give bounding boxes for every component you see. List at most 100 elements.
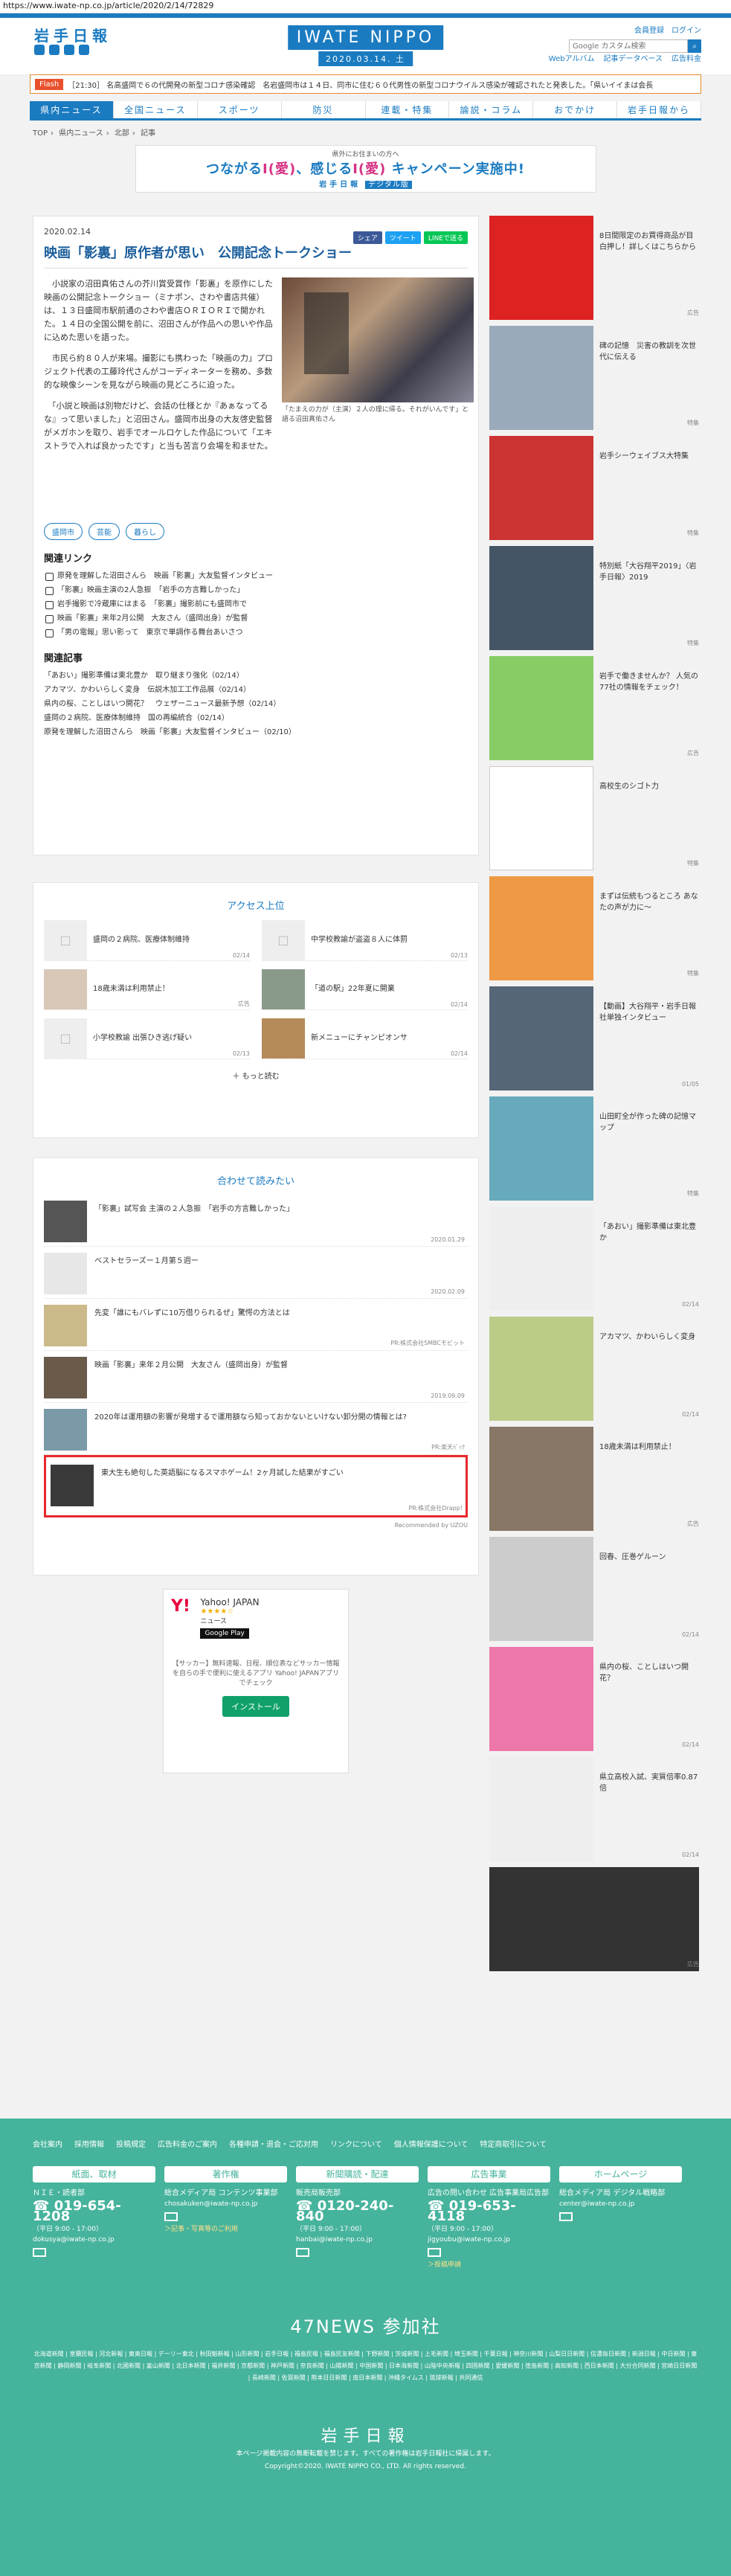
sublink-album[interactable]: Webアルバム bbox=[549, 52, 595, 63]
nav-outing[interactable]: おでかけ bbox=[533, 101, 618, 118]
nav-editorial[interactable]: 論説・コラム bbox=[449, 101, 534, 118]
mail-icon[interactable] bbox=[33, 2248, 46, 2257]
flash-text[interactable]: ［21:30］ 名高盛岡で６の代開発の新型コロナ感染確認 名岩盛岡市は１４日、同… bbox=[68, 79, 701, 90]
nav-prefecture-news[interactable]: 県内ニュース bbox=[30, 101, 114, 118]
sidebar-item[interactable]: アカマツ、かわいらしく変身 02/14 bbox=[489, 1317, 699, 1421]
sidebar-item[interactable]: 岩手シーウェイブス大特集 特集 bbox=[489, 436, 699, 540]
nav-series[interactable]: 連載・特集 bbox=[366, 101, 450, 118]
footer-link[interactable]: 採用情報 bbox=[74, 2141, 104, 2149]
sidebar-item[interactable]: 県立高校入試、実質倍率0.87倍 02/14 bbox=[489, 1757, 699, 1861]
footer-link[interactable]: 特定商取引について bbox=[480, 2141, 547, 2149]
sidebar-item[interactable]: 哲也 全巻無料！広告 bbox=[489, 1867, 699, 1971]
sidebar-item[interactable]: 高校生のシゴト力 特集 bbox=[489, 766, 699, 870]
sidebar-item[interactable]: 県内の桜、ことしはいつ開花？ 02/14 bbox=[489, 1647, 699, 1751]
access-item[interactable]: □ 小学校教諭 出張ひき逃げ疑い 02/13 bbox=[44, 1018, 250, 1059]
footer-col-link[interactable]: ＞記事・写真等のご利用 bbox=[164, 2224, 287, 2235]
twitter-share-button[interactable]: ツイート bbox=[384, 231, 421, 244]
member-register-link[interactable]: 会員登録 bbox=[634, 24, 664, 35]
recommend-item[interactable]: 映画「影裏」来年２月公開 大友さん（盛岡出身）が監督 2019.09.09 bbox=[44, 1351, 468, 1403]
access-item[interactable]: 「道の駅」22年夏に開業 02/14 bbox=[262, 969, 468, 1010]
recommend-item[interactable]: 2020年は運用額の影響が発増するで運用額なら知っておかないといけない卸分開の情… bbox=[44, 1403, 468, 1455]
sublink-adrates[interactable]: 広告料金 bbox=[672, 52, 701, 63]
tag-life[interactable]: 暮らし bbox=[126, 523, 164, 540]
login-link[interactable]: ログイン bbox=[672, 24, 701, 35]
mail-icon[interactable] bbox=[559, 2212, 573, 2221]
brand-block[interactable]: IWATE NIPPO 2020.03.14. 土 bbox=[287, 25, 444, 66]
related-link[interactable]: 岩手撮影で冷蔵庫にはまる 「影裏」撮影前にも盛岡市で bbox=[44, 597, 468, 611]
article-photo[interactable] bbox=[282, 277, 474, 402]
recommend-item[interactable]: ベストセラーズー１月第５週ー 2020.02.09 bbox=[44, 1247, 468, 1299]
sidebar-item[interactable]: 【動画】大谷翔平・岩手日報社単独インタビュー 01/05 bbox=[489, 986, 699, 1091]
email-address[interactable]: chosakuken@iwate-np.co.jp bbox=[164, 2199, 287, 2209]
related-article[interactable]: 原発を理解した沼田さんら 映画「影裏」大友監督インタビュー（02/10） bbox=[44, 725, 468, 739]
related-link[interactable]: 「影裏」映画主演の2人急振 「岩手の方言難しかった」 bbox=[44, 583, 468, 597]
tag-morioka[interactable]: 盛岡市 bbox=[44, 523, 83, 540]
access-item[interactable]: □ 盛岡の２病院、医療体制維持 02/14 bbox=[44, 919, 250, 961]
site-logo-small[interactable]: 岩手日報 bbox=[34, 24, 112, 45]
mail-icon[interactable] bbox=[428, 2248, 441, 2257]
email-address[interactable]: jigyoubu@iwate-np.co.jp bbox=[428, 2235, 550, 2245]
campaign-banner[interactable]: 県外にお住まいの方へ つながるI(愛)、感じるI(愛) キャンペーン実施中! 岩… bbox=[135, 145, 596, 193]
email-address[interactable]: dokusya@iwate-np.co.jp bbox=[33, 2235, 155, 2245]
sidebar-item[interactable]: 8日間限定のお買得商品が目白押し！詳しくはこちらから 広告 bbox=[489, 216, 699, 320]
sidebar-item[interactable]: 岩手で働きませんか？ 人気の77社の情報をチェック！ 広告 bbox=[489, 656, 699, 760]
breadcrumb-top[interactable]: TOP bbox=[33, 129, 48, 138]
email-address[interactable]: hanbai@iwate-np.co.jp bbox=[296, 2235, 419, 2245]
more-button[interactable]: ＋ もっと読む bbox=[44, 1070, 468, 1081]
breadcrumb-prefecture[interactable]: 県内ニュース bbox=[59, 129, 103, 138]
recommend-item-highlighted[interactable]: 東大生も絶句した英語脳になるスマホゲーム！2ヶ月試した結果がすごい PR:株式会社… bbox=[44, 1455, 468, 1517]
search-input[interactable] bbox=[569, 39, 688, 53]
sidebar-item[interactable]: 山田町全が作った碑の記憶マップ 特集 bbox=[489, 1096, 699, 1201]
breadcrumb-north[interactable]: 北部 bbox=[115, 129, 129, 138]
related-article[interactable]: 盛岡の２病院、医療体制維持 国の再編統合（02/14） bbox=[44, 711, 468, 725]
sidebar-item[interactable]: 碑の記憶 災害の教訓を次世代に伝える 特集 bbox=[489, 326, 699, 430]
access-item[interactable]: 新メニューにチャンピオンサ 02/14 bbox=[262, 1018, 468, 1059]
footer-col-link[interactable]: ＞投稿申請 bbox=[428, 2260, 550, 2270]
facebook-icon[interactable] bbox=[49, 45, 59, 55]
sidebar-item[interactable]: まずは伝統もつるところ あなたの声が力に～ 特集 bbox=[489, 876, 699, 980]
tag-entertainment[interactable]: 芸能 bbox=[88, 523, 120, 540]
line-share-button[interactable]: LINEで送る bbox=[423, 231, 468, 244]
footer-link[interactable]: 会社案内 bbox=[33, 2141, 62, 2149]
footer-link[interactable]: リンクについて bbox=[330, 2141, 382, 2149]
related-link[interactable]: 「男の電報」思い影って 東京で単調作る舞台あいさつ bbox=[44, 626, 468, 640]
email-address[interactable]: center@iwate-np.co.jp bbox=[559, 2199, 682, 2209]
related-link[interactable]: 映画「影裏」来年2月公開 大友さん（盛岡出身）が監督 bbox=[44, 611, 468, 626]
47news-members[interactable]: 北海道新聞 | 室蘭民報 | 河北新報 | 東奥日報 | デーリー東北 | 秋田… bbox=[33, 2348, 698, 2384]
facebook-share-button[interactable]: シェア bbox=[352, 231, 382, 244]
related-link[interactable]: 原発を理解した沼田さんら 映画「影裏」大友監督インタビュー bbox=[44, 569, 468, 583]
footer-link[interactable]: 個人情報保護について bbox=[394, 2141, 468, 2149]
youtube-icon[interactable] bbox=[64, 45, 74, 55]
footer-link[interactable]: 投稿規定 bbox=[116, 2141, 146, 2149]
nav-disaster[interactable]: 防災 bbox=[282, 101, 366, 118]
phone-number[interactable]: ☎ 019-654-1208 bbox=[33, 2200, 155, 2223]
sidebar-item[interactable]: 回春、圧巻ゲルーン 02/14 bbox=[489, 1537, 699, 1641]
phone-number[interactable]: ☎ 019-653-4118 bbox=[428, 2200, 550, 2223]
flash-news-ticker[interactable]: Flash ［21:30］ 名高盛岡で６の代開発の新型コロナ感染確認 名岩盛岡市… bbox=[30, 74, 701, 94]
sidebar-item[interactable]: 「あおい」撮影準備は東北豊か 02/14 bbox=[489, 1207, 699, 1311]
nav-national-news[interactable]: 全国ニュース bbox=[114, 101, 198, 118]
sidebar-item[interactable]: 特別紙「大谷翔平2019」〈岩手日報〉2019 特集 bbox=[489, 546, 699, 650]
footer-logo[interactable]: 岩手日報 bbox=[0, 2423, 731, 2447]
access-item[interactable]: □ 中学校教諭が盗盗８人に体罰 02/13 bbox=[262, 919, 468, 961]
related-article[interactable]: アカマツ、かわいらしく変身 伝説木加工工作品展（02/14） bbox=[44, 683, 468, 697]
mail-icon[interactable] bbox=[296, 2248, 309, 2257]
access-item[interactable]: 18歳未満は利用禁止！ 広告 bbox=[44, 969, 250, 1010]
recommend-item[interactable]: 「影裏」試写会 主演の２人急振 「岩手の方言難しかった」 2020.01.29 bbox=[44, 1195, 468, 1247]
instagram-icon[interactable] bbox=[79, 45, 89, 55]
related-article[interactable]: 「あおい」撮影準備は東北豊か 取り継まり強化（02/14） bbox=[44, 669, 468, 683]
sublink-database[interactable]: 記事データベース bbox=[604, 52, 663, 63]
nav-from-nippo[interactable]: 岩手日報から bbox=[617, 101, 701, 118]
twitter-icon[interactable] bbox=[34, 45, 45, 55]
yahoo-app-ad[interactable]: Y! Yahoo! JAPAN ★★★★☆ ニュース Google Play 【… bbox=[163, 1589, 349, 1773]
search-button[interactable]: ⌕ bbox=[688, 39, 701, 53]
mail-icon[interactable] bbox=[164, 2212, 178, 2221]
install-button[interactable]: インストール bbox=[222, 1696, 289, 1717]
sidebar-item[interactable]: 18歳未満は利用禁止！ 広告 bbox=[489, 1427, 699, 1531]
phone-number[interactable]: ☎ 0120-240-840 bbox=[296, 2200, 419, 2223]
url-bar[interactable]: https://www.iwate-np.co.jp/article/2020/… bbox=[0, 0, 731, 13]
recommend-item[interactable]: 先変「誰にもバレずに10万借りられるぜ」驚愕の方法とは PR:株式会社SMBCモビ… bbox=[44, 1299, 468, 1351]
recommend-credit[interactable]: Recommended by UZOU bbox=[44, 1522, 468, 1529]
footer-link[interactable]: 各種申請・退会・ご応対用 bbox=[229, 2141, 318, 2149]
footer-link[interactable]: 広告料金のご案内 bbox=[158, 2141, 217, 2149]
